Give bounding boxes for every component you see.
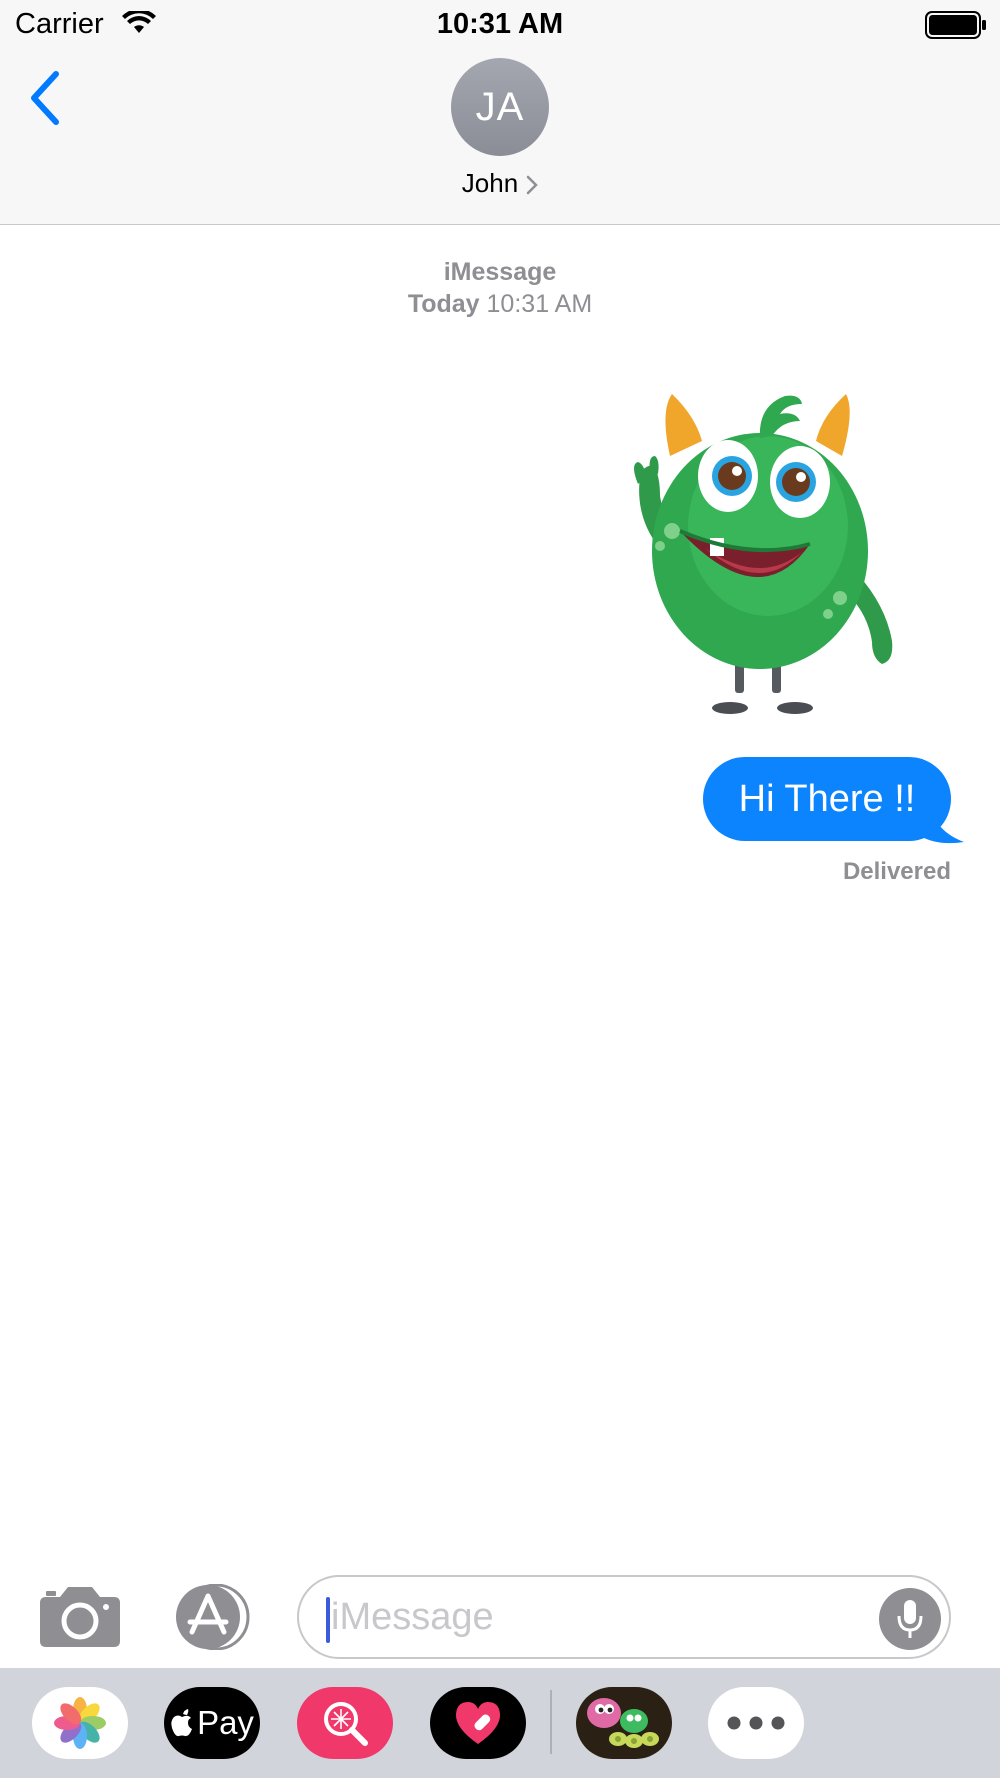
apple-pay-label: Pay: [197, 1704, 254, 1741]
microphone-icon: [897, 1600, 923, 1638]
more-apps-icon: [727, 1716, 785, 1730]
delivery-status: Delivered: [842, 858, 951, 885]
search-app-icon: [324, 1702, 368, 1746]
back-chevron-icon[interactable]: [26, 68, 66, 128]
photos-app-button[interactable]: [32, 1687, 128, 1759]
avatar-initials: JA: [475, 84, 525, 129]
photos-app-icon: [54, 1697, 106, 1749]
monster-sticker-app-button[interactable]: [576, 1687, 672, 1759]
contact-avatar[interactable]: JA: [451, 58, 549, 156]
apple-pay-button[interactable]: Pay: [164, 1687, 260, 1759]
message-input[interactable]: iMessage: [297, 1575, 951, 1659]
search-app-button[interactable]: [297, 1687, 393, 1759]
contact-name-button[interactable]: John: [0, 168, 1000, 199]
timestamp-day: Today: [407, 290, 480, 318]
app-drawer: Pay: [0, 1668, 1000, 1778]
service-label: iMessage: [443, 258, 557, 286]
timestamp-time: 10:31 AM: [486, 290, 593, 318]
text-caret: [326, 1597, 330, 1643]
heart-app-button[interactable]: [430, 1687, 526, 1759]
drawer-divider: [550, 1690, 552, 1754]
green-monster-sticker[interactable]: [610, 376, 910, 716]
message-bubble[interactable]: Hi There !!: [703, 757, 951, 841]
more-apps-button[interactable]: [708, 1687, 804, 1759]
status-time: 10:31 AM: [436, 8, 564, 40]
message-input-placeholder: iMessage: [331, 1596, 494, 1638]
heart-app-icon: [455, 1702, 501, 1744]
contact-name: John: [461, 168, 519, 198]
microphone-button[interactable]: [879, 1588, 941, 1650]
app-store-icon[interactable]: [170, 1584, 256, 1650]
status-bar: Carrier 10:31 AM: [0, 0, 1000, 50]
conversation-header: JA John: [0, 50, 1000, 225]
chevron-right-icon: [526, 175, 538, 195]
monster-sticker-app-icon: [587, 1698, 659, 1748]
camera-icon[interactable]: [40, 1585, 120, 1647]
message-timestamp: Today 10:31 AM: [0, 290, 1000, 319]
message-text: Hi There !!: [738, 777, 916, 820]
battery-icon: [925, 11, 986, 39]
apple-logo-icon: [171, 1709, 193, 1737]
